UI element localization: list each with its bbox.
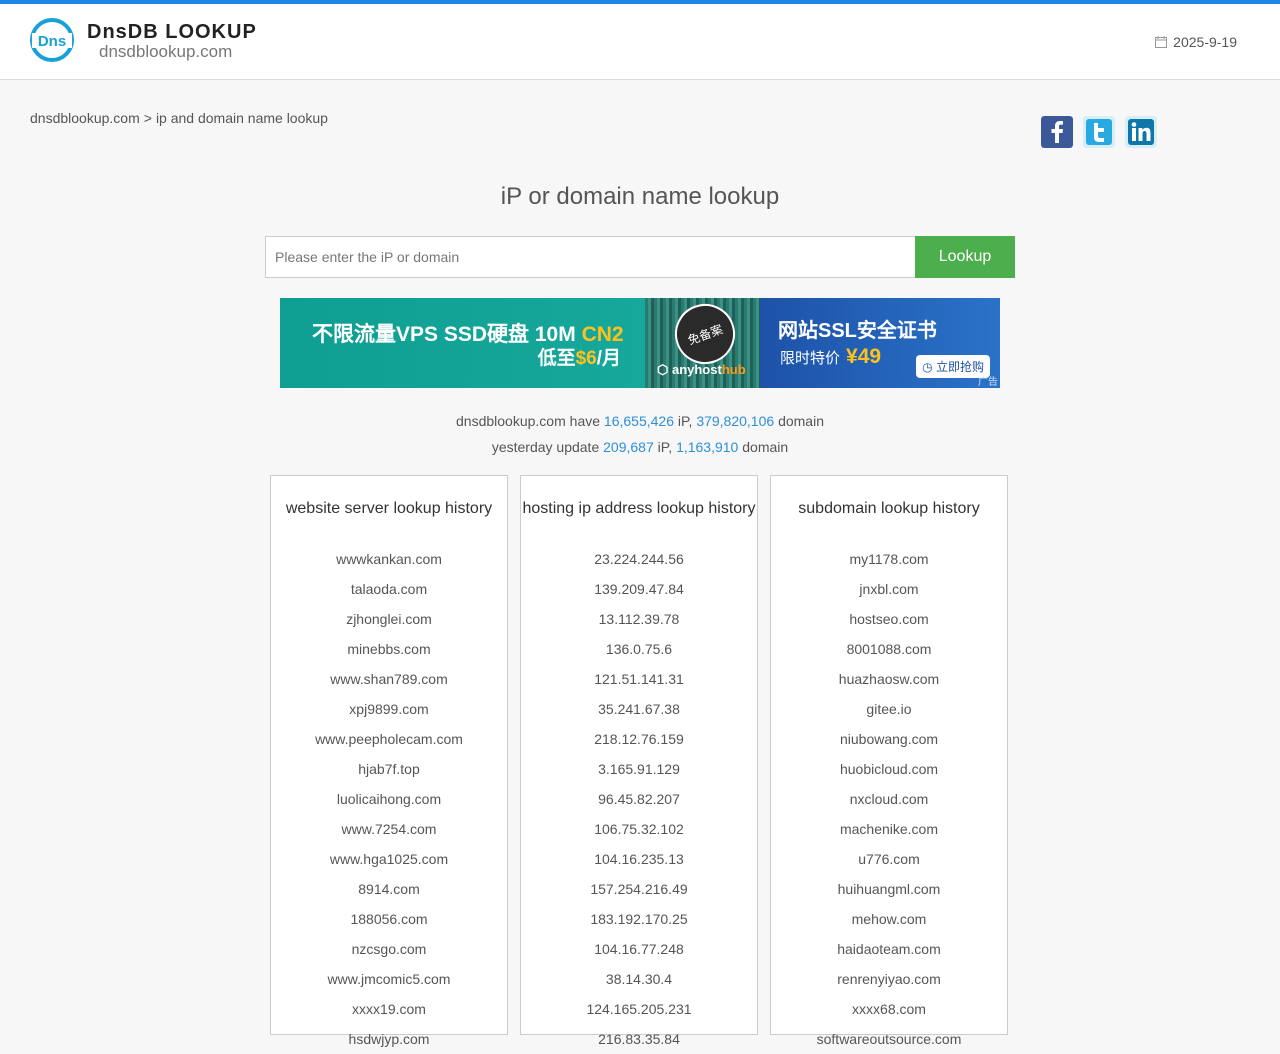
history-link[interactable]: 157.254.216.49 (521, 874, 757, 904)
history-link[interactable]: 23.224.244.56 (521, 544, 757, 574)
history-link[interactable]: xxxx68.com (771, 994, 1007, 1024)
history-link[interactable]: 38.14.30.4 (521, 964, 757, 994)
site-header: Dns DnsDB LOOKUP dnsdblookup.com 2025-9-… (0, 4, 1280, 80)
history-link[interactable]: jnxbl.com (771, 574, 1007, 604)
history-link[interactable]: huobicloud.com (771, 754, 1007, 784)
cube-icon: ⬡ (657, 362, 672, 377)
history-link[interactable]: renrenyiyao.com (771, 964, 1007, 994)
domain-yesterday: 1,163,910 (676, 439, 739, 455)
history-link[interactable]: 218.12.76.159 (521, 724, 757, 754)
history-list: wwwkankan.com talaoda.com zjhonglei.com min… (271, 544, 507, 1054)
stats: dnsdblookup.com have 16,655,426 iP, 379,… (0, 408, 1280, 460)
history-link[interactable]: 96.45.82.207 (521, 784, 757, 814)
calendar-icon (1155, 36, 1168, 48)
breadcrumb-separator: > (143, 110, 152, 126)
history-link[interactable]: luolicaihong.com (271, 784, 507, 814)
history-link[interactable]: 13.112.39.78 (521, 604, 757, 634)
brand-name[interactable]: DnsDB LOOKUP (87, 21, 257, 44)
subdomain-history-panel: subdomain lookup history my1178.com jnxbl… (770, 475, 1008, 1047)
history-list: my1178.com jnxbl.com hostseo.com 8001088.co… (771, 544, 1007, 1054)
history-link[interactable]: www.hga1025.com (271, 844, 507, 874)
facebook-icon[interactable] (1041, 116, 1073, 148)
history-link[interactable]: talaoda.com (271, 574, 507, 604)
history-link[interactable]: www.jmcomic5.com (271, 964, 507, 994)
history-link[interactable]: www.peepholecam.com (271, 724, 507, 754)
brand-domain[interactable]: dnsdblookup.com (99, 42, 232, 62)
history-link[interactable]: 216.83.35.84 (521, 1024, 757, 1054)
history-link[interactable]: www.shan789.com (271, 664, 507, 694)
date-display: 2025-9-19 (1155, 34, 1237, 50)
panel-title: hosting ip address lookup history (522, 500, 756, 517)
history-link[interactable]: 35.241.67.38 (521, 694, 757, 724)
history-link[interactable]: 8914.com (271, 874, 507, 904)
breadcrumb-current: ip and domain name lookup (155, 110, 328, 126)
history-link[interactable]: xpj9899.com (271, 694, 507, 724)
website-history-panel: website server lookup history wwwkankan.… (270, 475, 508, 1047)
history-link[interactable]: haidaoteam.com (771, 934, 1007, 964)
svg-text:Dns: Dns (38, 33, 66, 50)
history-link[interactable]: mehow.com (771, 904, 1007, 934)
history-link[interactable]: 104.16.235.13 (521, 844, 757, 874)
ip-total: 16,655,426 (603, 413, 674, 429)
history-link[interactable]: huazhaosw.com (771, 664, 1007, 694)
history-link[interactable]: hsdwjyp.com (271, 1024, 507, 1054)
page-title: iP or domain name lookup (500, 183, 780, 210)
anyhosthub-ad[interactable]: 免备案 ⬡ anyhosthub (645, 298, 760, 388)
history-link[interactable]: nxcloud.com (771, 784, 1007, 814)
history-link[interactable]: xxxx19.com (271, 994, 507, 1024)
history-link[interactable]: hostseo.com (771, 604, 1007, 634)
ad-label: 广告 (978, 377, 998, 388)
history-link[interactable]: 124.165.205.231 (521, 994, 757, 1024)
history-link[interactable]: gitee.io (771, 694, 1007, 724)
history-link[interactable]: wwwkankan.com (271, 544, 507, 574)
linkedin-icon[interactable] (1125, 116, 1157, 148)
domain-total: 379,820,106 (696, 413, 775, 429)
history-link[interactable]: 139.209.47.84 (521, 574, 757, 604)
history-link[interactable]: 104.16.77.248 (521, 934, 757, 964)
history-link[interactable]: hjab7f.top (271, 754, 507, 784)
breadcrumb-home-link[interactable]: dnsdblookup.com (30, 110, 140, 126)
history-link[interactable]: 121.51.141.31 (521, 664, 757, 694)
history-link[interactable]: niubowang.com (771, 724, 1007, 754)
search-input[interactable] (265, 236, 915, 278)
history-link[interactable]: huihuangml.com (771, 874, 1007, 904)
date-text: 2025-9-19 (1173, 34, 1237, 50)
panel-title: website server lookup history (285, 500, 493, 517)
history-link[interactable]: u776.com (771, 844, 1007, 874)
history-link[interactable]: machenike.com (771, 814, 1007, 844)
social-share (1041, 116, 1157, 148)
history-link[interactable]: 106.75.32.102 (521, 814, 757, 844)
twitter-icon[interactable] (1083, 116, 1115, 148)
ip-yesterday: 209,687 (603, 439, 654, 455)
history-link[interactable]: 8001088.com (771, 634, 1007, 664)
clock-icon: ◷ (922, 360, 936, 374)
anyhosthub-logo: ⬡ anyhosthub (657, 362, 746, 377)
lookup-button[interactable]: Lookup (915, 236, 1015, 278)
ad-banner[interactable]: 不限流量VPS SSD硬盘 10M CN2 低至$6/月 免备案 ⬡ anyho… (280, 298, 1000, 388)
lookup-form: Lookup (265, 236, 1015, 278)
dns-logo-icon[interactable]: Dns (30, 18, 74, 62)
ip-history-panel: hosting ip address lookup history 23.224… (520, 475, 758, 1047)
history-link[interactable]: nzcsgo.com (271, 934, 507, 964)
vps-ad-price: 低至$6/月 (537, 348, 621, 369)
history-link[interactable]: my1178.com (771, 544, 1007, 574)
history-link[interactable]: minebbs.com (271, 634, 507, 664)
history-link[interactable]: 188056.com (271, 904, 507, 934)
ssl-ad[interactable]: 网站SSL安全证书 限时特价 ¥49 ◷ 立即抢购 广告 (760, 298, 1000, 388)
history-link[interactable]: www.7254.com (271, 814, 507, 844)
history-link[interactable]: 3.165.91.129 (521, 754, 757, 784)
stats-yesterday: yesterday update 209,687 iP, 1,163,910 d… (491, 439, 789, 455)
ssl-ad-headline: 网站SSL安全证书 (778, 320, 937, 342)
stats-total: dnsdblookup.com have 16,655,426 iP, 379,… (456, 413, 824, 429)
history-link[interactable]: softwareoutsource.com (771, 1024, 1007, 1054)
history-link[interactable]: 136.0.75.6 (521, 634, 757, 664)
vps-ad[interactable]: 不限流量VPS SSD硬盘 10M CN2 低至$6/月 (280, 298, 645, 388)
history-link[interactable]: zjhonglei.com (271, 604, 507, 634)
panel-title: subdomain lookup history (798, 500, 980, 517)
history-list: 23.224.244.56 139.209.47.84 13.112.39.78 13… (521, 544, 757, 1054)
history-link[interactable]: 183.192.170.25 (521, 904, 757, 934)
ssl-ad-price: 限时特价 ¥49 (780, 345, 882, 368)
breadcrumb: dnsdblookup.com > ip and domain name looku… (30, 110, 328, 126)
